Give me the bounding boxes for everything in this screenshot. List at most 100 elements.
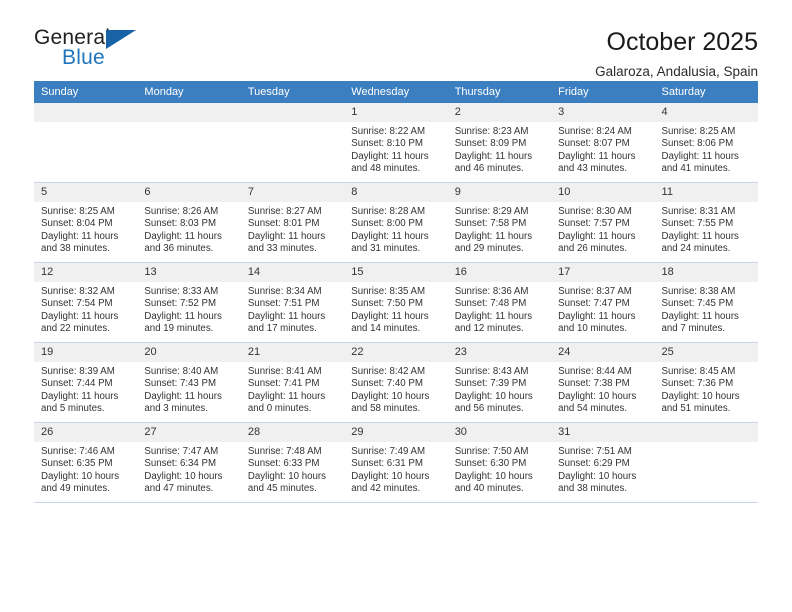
calendar-day-cell[interactable]: 16 Sunrise: 8:36 AM Sunset: 7:48 PM Dayl…	[447, 262, 552, 343]
day-details: Sunrise: 7:47 AM Sunset: 6:34 PM Dayligh…	[144, 446, 223, 495]
day-details	[41, 122, 131, 126]
calendar-day-cell[interactable]: 26 Sunrise: 7:46 AM Sunset: 6:35 PM Dayl…	[34, 422, 138, 502]
calendar-day-cell[interactable]: 24 Sunrise: 8:44 AM Sunset: 7:38 PM Dayl…	[551, 342, 655, 423]
day-details: Sunrise: 8:23 AM Sunset: 8:09 PM Dayligh…	[454, 126, 533, 175]
day-details: Sunrise: 8:39 AM Sunset: 7:44 PM Dayligh…	[41, 366, 119, 415]
day-details: Sunrise: 8:25 AM Sunset: 8:06 PM Dayligh…	[661, 126, 739, 175]
day-number: 18	[654, 263, 758, 282]
day-number: 6	[137, 183, 241, 202]
calendar-day-cell[interactable]: 7 Sunrise: 8:27 AM Sunset: 8:01 PM Dayli…	[240, 182, 345, 263]
day-number: 31	[551, 423, 655, 442]
day-details: Sunrise: 8:26 AM Sunset: 8:03 PM Dayligh…	[144, 206, 222, 255]
day-number: 11	[654, 183, 758, 202]
day-number: 13	[137, 263, 241, 282]
calendar-day-cell[interactable]: 20 Sunrise: 8:40 AM Sunset: 7:43 PM Dayl…	[137, 342, 241, 423]
generalblue-logo[interactable]: General Blue	[34, 26, 154, 74]
calendar-day-cell[interactable]: 15 Sunrise: 8:35 AM Sunset: 7:50 PM Dayl…	[344, 262, 448, 343]
calendar-day-cell	[137, 103, 241, 183]
calendar-day-cell[interactable]: 8 Sunrise: 8:28 AM Sunset: 8:00 PM Dayli…	[344, 182, 448, 263]
day-details: Sunrise: 7:48 AM Sunset: 6:33 PM Dayligh…	[247, 446, 326, 495]
day-details: Sunrise: 7:51 AM Sunset: 6:29 PM Dayligh…	[558, 446, 637, 495]
day-number: 4	[654, 103, 758, 122]
day-number: 23	[447, 343, 552, 362]
calendar-week-row: 12 Sunrise: 8:32 AM Sunset: 7:54 PM Dayl…	[34, 262, 758, 343]
day-details: Sunrise: 8:41 AM Sunset: 7:41 PM Dayligh…	[247, 366, 326, 415]
day-details: Sunrise: 7:50 AM Sunset: 6:30 PM Dayligh…	[454, 446, 533, 495]
day-details	[248, 122, 338, 126]
day-details: Sunrise: 8:37 AM Sunset: 7:47 PM Dayligh…	[558, 286, 636, 335]
day-details: Sunrise: 8:33 AM Sunset: 7:52 PM Dayligh…	[144, 286, 222, 335]
calendar-day-cell[interactable]: 28 Sunrise: 7:48 AM Sunset: 6:33 PM Dayl…	[240, 422, 345, 502]
day-number	[34, 103, 138, 122]
day-number	[654, 423, 758, 442]
calendar-day-cell[interactable]: 25 Sunrise: 8:45 AM Sunset: 7:36 PM Dayl…	[654, 342, 758, 423]
day-details: Sunrise: 8:32 AM Sunset: 7:54 PM Dayligh…	[41, 286, 119, 335]
calendar-day-cell[interactable]: 13 Sunrise: 8:33 AM Sunset: 7:52 PM Dayl…	[137, 262, 241, 343]
calendar-day-cell[interactable]: 11 Sunrise: 8:31 AM Sunset: 7:55 PM Dayl…	[654, 182, 758, 263]
triangle-icon	[106, 30, 136, 49]
calendar-day-cell[interactable]: 1 Sunrise: 8:22 AM Sunset: 8:10 PM Dayli…	[344, 103, 448, 183]
calendar-day-cell[interactable]: 14 Sunrise: 8:34 AM Sunset: 7:51 PM Dayl…	[240, 262, 345, 343]
calendar-page: General Blue October 2025 Galaroza, Anda…	[0, 0, 792, 612]
calendar-day-cell	[240, 103, 345, 183]
calendar-day-cell[interactable]: 10 Sunrise: 8:30 AM Sunset: 7:57 PM Dayl…	[551, 182, 655, 263]
day-number: 21	[240, 343, 345, 362]
calendar-day-cell[interactable]: 18 Sunrise: 8:38 AM Sunset: 7:45 PM Dayl…	[654, 262, 758, 343]
day-details: Sunrise: 8:45 AM Sunset: 7:36 PM Dayligh…	[661, 366, 740, 415]
weekday-header-tuesday: Tuesday	[240, 81, 345, 103]
calendar-day-cell[interactable]: 19 Sunrise: 8:39 AM Sunset: 7:44 PM Dayl…	[34, 342, 138, 423]
calendar-day-cell[interactable]: 21 Sunrise: 8:41 AM Sunset: 7:41 PM Dayl…	[240, 342, 345, 423]
weekday-header-row: Sunday Monday Tuesday Wednesday Thursday…	[34, 81, 758, 103]
day-number: 30	[447, 423, 552, 442]
day-number: 27	[137, 423, 241, 442]
calendar-day-cell[interactable]: 4 Sunrise: 8:25 AM Sunset: 8:06 PM Dayli…	[654, 103, 758, 183]
calendar-day-cell[interactable]: 2 Sunrise: 8:23 AM Sunset: 8:09 PM Dayli…	[447, 103, 552, 183]
day-number: 28	[240, 423, 345, 442]
calendar-day-cell[interactable]: 29 Sunrise: 7:49 AM Sunset: 6:31 PM Dayl…	[344, 422, 448, 502]
day-details: Sunrise: 8:29 AM Sunset: 7:58 PM Dayligh…	[454, 206, 533, 255]
calendar-day-cell[interactable]: 9 Sunrise: 8:29 AM Sunset: 7:58 PM Dayli…	[447, 182, 552, 263]
day-number: 14	[240, 263, 345, 282]
day-details: Sunrise: 8:28 AM Sunset: 8:00 PM Dayligh…	[351, 206, 429, 255]
calendar-day-cell[interactable]: 3 Sunrise: 8:24 AM Sunset: 8:07 PM Dayli…	[551, 103, 655, 183]
day-number: 19	[34, 343, 138, 362]
calendar-day-cell[interactable]: 17 Sunrise: 8:37 AM Sunset: 7:47 PM Dayl…	[551, 262, 655, 343]
day-details: Sunrise: 8:40 AM Sunset: 7:43 PM Dayligh…	[144, 366, 222, 415]
calendar-day-cell[interactable]: 30 Sunrise: 7:50 AM Sunset: 6:30 PM Dayl…	[447, 422, 552, 502]
calendar-day-cell[interactable]: 6 Sunrise: 8:26 AM Sunset: 8:03 PM Dayli…	[137, 182, 241, 263]
day-details: Sunrise: 8:30 AM Sunset: 7:57 PM Dayligh…	[558, 206, 636, 255]
calendar-day-cell[interactable]: 27 Sunrise: 7:47 AM Sunset: 6:34 PM Dayl…	[137, 422, 241, 502]
calendar-day-cell[interactable]: 12 Sunrise: 8:32 AM Sunset: 7:54 PM Dayl…	[34, 262, 138, 343]
page-title: October 2025	[606, 28, 759, 56]
weekday-header-monday: Monday	[137, 81, 241, 103]
calendar-bottom-border	[34, 502, 758, 503]
calendar-week-row: 1 Sunrise: 8:22 AM Sunset: 8:10 PM Dayli…	[34, 103, 758, 183]
calendar-day-cell	[34, 103, 138, 183]
day-details: Sunrise: 8:42 AM Sunset: 7:40 PM Dayligh…	[351, 366, 430, 415]
calendar-body: 1 Sunrise: 8:22 AM Sunset: 8:10 PM Dayli…	[34, 103, 758, 502]
day-number: 26	[34, 423, 138, 442]
calendar-week-row: 5 Sunrise: 8:25 AM Sunset: 8:04 PM Dayli…	[34, 182, 758, 263]
day-details: Sunrise: 8:27 AM Sunset: 8:01 PM Dayligh…	[247, 206, 326, 255]
day-number: 16	[447, 263, 552, 282]
day-details: Sunrise: 7:46 AM Sunset: 6:35 PM Dayligh…	[41, 446, 120, 495]
calendar-day-cell[interactable]: 23 Sunrise: 8:43 AM Sunset: 7:39 PM Dayl…	[447, 342, 552, 423]
calendar-day-cell[interactable]: 5 Sunrise: 8:25 AM Sunset: 8:04 PM Dayli…	[34, 182, 138, 263]
day-details: Sunrise: 8:31 AM Sunset: 7:55 PM Dayligh…	[661, 206, 739, 255]
calendar-week-row: 26 Sunrise: 7:46 AM Sunset: 6:35 PM Dayl…	[34, 422, 758, 502]
day-details: Sunrise: 8:43 AM Sunset: 7:39 PM Dayligh…	[454, 366, 533, 415]
calendar-day-cell[interactable]: 22 Sunrise: 8:42 AM Sunset: 7:40 PM Dayl…	[344, 342, 448, 423]
title-block: October 2025 Galaroza, Andalusia, Spain	[595, 26, 758, 79]
day-number: 15	[344, 263, 448, 282]
day-number: 10	[551, 183, 655, 202]
weekday-header-sunday: Sunday	[34, 81, 138, 103]
day-details: Sunrise: 8:24 AM Sunset: 8:07 PM Dayligh…	[558, 126, 636, 175]
day-number: 25	[654, 343, 758, 362]
day-number: 3	[551, 103, 655, 122]
calendar-day-cell[interactable]: 31 Sunrise: 7:51 AM Sunset: 6:29 PM Dayl…	[551, 422, 655, 502]
day-details: Sunrise: 8:35 AM Sunset: 7:50 PM Dayligh…	[351, 286, 429, 335]
day-number: 9	[447, 183, 552, 202]
weekday-header-saturday: Saturday	[654, 81, 758, 103]
weekday-header-wednesday: Wednesday	[344, 81, 448, 103]
day-number: 1	[344, 103, 448, 122]
